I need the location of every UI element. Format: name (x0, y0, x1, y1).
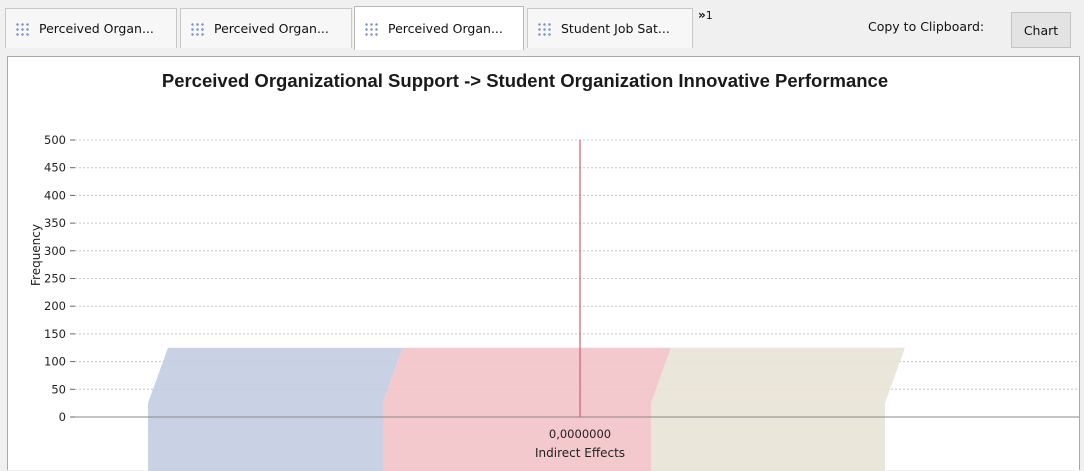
y-tick-label: 350 (44, 216, 66, 230)
y-tick-label: 300 (44, 244, 66, 258)
tab-label: Perceived Organ... (214, 21, 329, 36)
y-tick-label: 250 (44, 272, 66, 286)
copy-to-clipboard-label: Copy to Clipboard: (868, 19, 985, 34)
histogram-bar (383, 347, 671, 471)
tab-label: Student Job Sat... (561, 21, 670, 36)
histogram-bar (651, 347, 905, 471)
grid-icon (536, 20, 552, 37)
tab-label: Perceived Organ... (388, 21, 503, 36)
y-tick-label: 200 (44, 299, 66, 313)
y-tick-label: 400 (44, 188, 66, 202)
tab-bar: Perceived Organ... Perceived Organ... Pe… (0, 0, 1084, 56)
grid-icon (363, 20, 379, 37)
tab-perceived-organ-3[interactable]: Perceived Organ... (354, 6, 524, 50)
tab-overflow-count: 1 (705, 9, 713, 22)
tab-perceived-organ-2[interactable]: Perceived Organ... (180, 8, 352, 48)
copy-chart-button[interactable]: Chart (1011, 12, 1071, 48)
tab-student-job-sat[interactable]: Student Job Sat... (527, 8, 693, 48)
grid-icon (14, 20, 30, 37)
tab-overflow-button[interactable]: »1 (698, 8, 713, 22)
y-tick-label: 50 (51, 382, 66, 396)
x-tick-label: 0,0000000 (549, 427, 611, 441)
y-tick-label: 100 (44, 355, 66, 369)
y-tick-label: 450 (44, 161, 66, 175)
y-tick-label: 0 (59, 410, 66, 424)
tab-label: Perceived Organ... (39, 21, 154, 36)
y-tick-label: 150 (44, 327, 66, 341)
y-tick-label: 500 (44, 133, 66, 147)
chart-title: Perceived Organizational Support -> Stud… (162, 70, 888, 91)
tab-perceived-organ-1[interactable]: Perceived Organ... (5, 8, 177, 48)
x-axis-label: Indirect Effects (535, 446, 625, 460)
chart-panel: 0 50 100 150 200 250 300 350 400 450 500 0,0000000 … (7, 56, 1080, 471)
grid-icon (189, 20, 205, 37)
y-axis-label: Frequency (29, 224, 43, 286)
histogram-chart: 0501001502002503003504004505000,0000000 … (29, 70, 1079, 471)
chevron-double-right-icon: » (698, 8, 706, 22)
histogram-bar (148, 347, 403, 471)
